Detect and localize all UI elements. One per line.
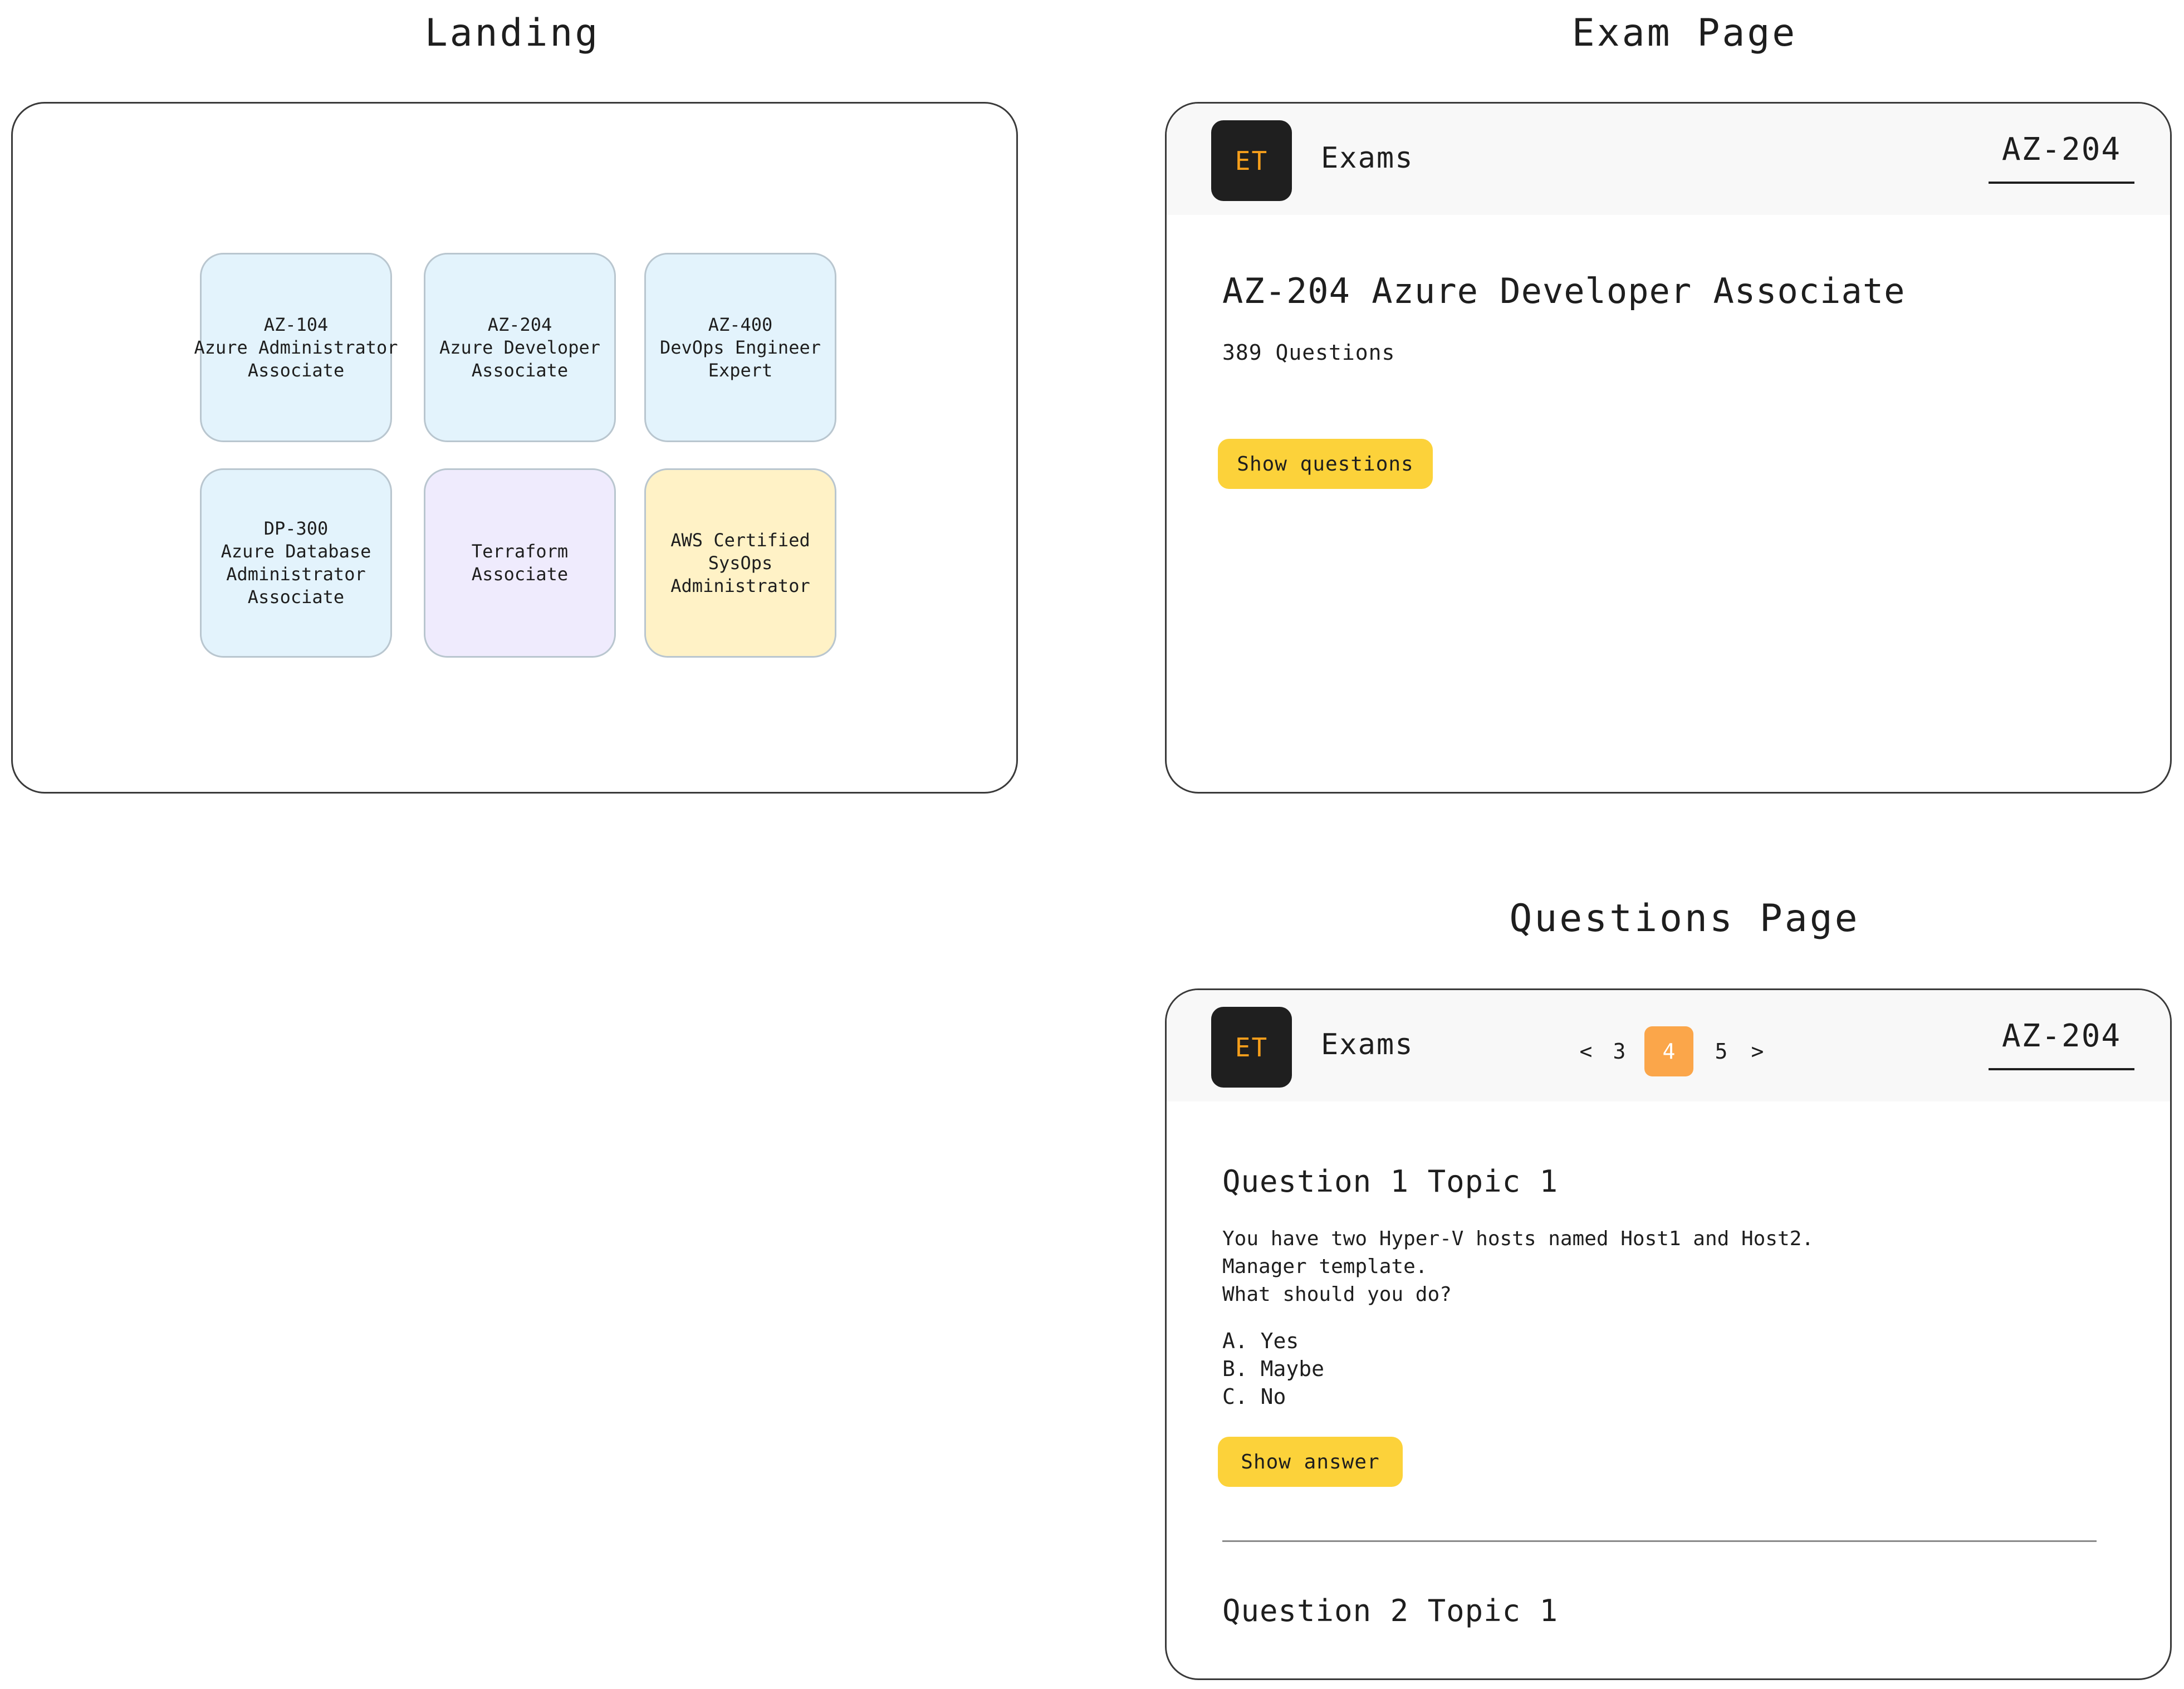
exam-tile-label-line: Associate <box>471 359 569 381</box>
option-b[interactable]: B. Maybe <box>1222 1355 1324 1383</box>
brand-link[interactable]: Exams <box>1321 1028 1414 1061</box>
exam-title: AZ-204 Azure Developer Associate <box>1222 271 1906 311</box>
exam-tile-label-line: Expert <box>708 359 773 381</box>
pagination: < 3 4 5 > <box>1572 1026 1771 1076</box>
question-text-line: You have two Hyper-V hosts named Host1 a… <box>1222 1227 1814 1250</box>
option-c[interactable]: C. No <box>1222 1383 1324 1411</box>
exam-tile-label-line: SysOps <box>708 552 773 574</box>
exam-tile-label-line: AWS Certified <box>670 529 810 551</box>
question-1-heading: Question 1 Topic 1 <box>1222 1164 1559 1199</box>
exam-tile-label-line: Associate <box>247 586 345 608</box>
exam-tile-label-line: DP-300 <box>263 518 329 539</box>
question-1-text: You have two Hyper-V hosts named Host1 a… <box>1222 1225 1814 1309</box>
question-text-line: Manager template. <box>1222 1255 1428 1278</box>
exam-tile-label-line: AZ-400 <box>708 314 773 335</box>
exam-tile-label-line: Azure Administrator <box>194 336 398 358</box>
exam-tile-label-line: Administrator <box>226 564 366 585</box>
exam-page-frame: ET Exams AZ-204 AZ-204 Azure Developer A… <box>1165 102 2172 794</box>
next-page-button[interactable]: > <box>1744 1026 1771 1076</box>
logo[interactable]: ET <box>1211 120 1292 201</box>
prev-page-button[interactable]: < <box>1572 1026 1600 1076</box>
question-divider <box>1222 1540 2097 1542</box>
exam-section-title: Exam Page <box>1571 11 1798 55</box>
answer-options: A. Yes B. Maybe C. No <box>1222 1327 1324 1411</box>
brand-link[interactable]: Exams <box>1321 141 1414 175</box>
questions-page-frame: ET Exams < 3 4 5 > AZ-204 Question 1 Top… <box>1165 988 2172 1680</box>
page-4-button[interactable]: 4 <box>1644 1026 1693 1076</box>
exam-tile[interactable]: AZ-204 Azure Developer Associate <box>424 253 616 442</box>
question-text-line: What should you do? <box>1222 1283 1452 1306</box>
exam-tile-label-line: DevOps Engineer <box>660 336 821 358</box>
exam-tile-label-line: Azure Developer <box>439 336 600 358</box>
exam-tile-label-line: AZ-104 <box>263 314 329 335</box>
question-2-heading: Question 2 Topic 1 <box>1222 1593 1559 1628</box>
exam-tile-label-line: Associate <box>471 564 569 585</box>
exam-code-field[interactable]: AZ-204 <box>1989 131 2134 184</box>
show-questions-button[interactable]: Show questions <box>1218 439 1433 489</box>
exam-tile[interactable]: AZ-400 DevOps Engineer Expert <box>644 253 836 442</box>
top-nav-bar: ET Exams AZ-204 <box>1167 104 2170 215</box>
exam-tile-label-line: Azure Database <box>221 541 371 562</box>
page-3-button[interactable]: 3 <box>1600 1026 1639 1076</box>
option-a[interactable]: A. Yes <box>1222 1327 1324 1355</box>
exam-code-field[interactable]: AZ-204 <box>1989 1018 2134 1070</box>
exam-tile-label-line: AZ-204 <box>487 314 552 335</box>
top-nav-bar: ET Exams < 3 4 5 > AZ-204 <box>1167 990 2170 1101</box>
exam-tile-label-line: Terraform <box>471 541 569 562</box>
landing-frame: AZ-104 Azure Administrator Associate AZ-204… <box>11 102 1018 794</box>
exam-tile[interactable]: AWS Certified SysOps Administrator <box>644 468 836 658</box>
show-answer-button[interactable]: Show answer <box>1218 1437 1403 1487</box>
exam-tile[interactable]: DP-300 Azure Database Administrator Associa… <box>200 468 392 658</box>
logo[interactable]: ET <box>1211 1007 1292 1088</box>
question-count: 389 Questions <box>1222 340 1395 365</box>
exam-tile[interactable]: Terraform Associate <box>424 468 616 658</box>
questions-section-title: Questions Page <box>1509 897 1860 941</box>
page-5-button[interactable]: 5 <box>1699 1026 1744 1076</box>
landing-section-title: Landing <box>424 11 600 55</box>
exam-tile-label-line: Associate <box>247 359 345 381</box>
exam-tile-label-line: Administrator <box>670 575 810 596</box>
exam-tile[interactable]: AZ-104 Azure Administrator Associate <box>194 253 398 442</box>
